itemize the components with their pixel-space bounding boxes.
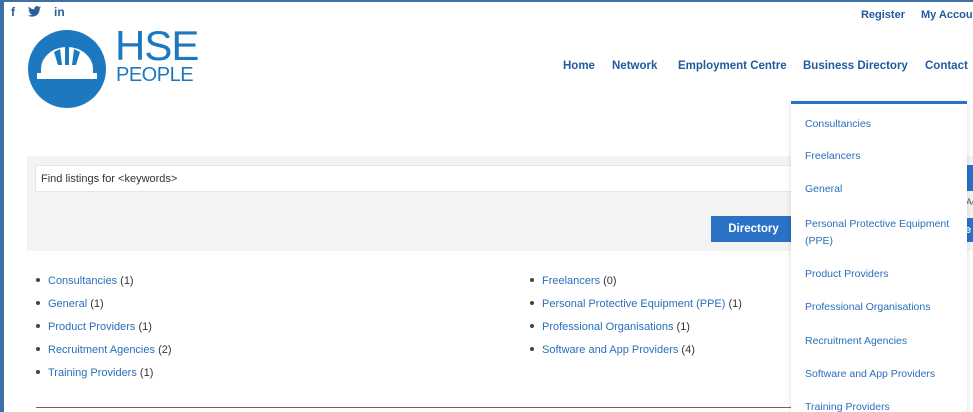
bullet-icon — [36, 278, 40, 283]
category-link[interactable]: Recruitment Agencies — [48, 344, 155, 356]
category-count: (1) — [120, 275, 134, 287]
window-border-top — [0, 0, 973, 2]
list-item: Software and App Providers (4) — [530, 343, 742, 366]
category-link[interactable]: Software and App Providers — [542, 344, 678, 356]
category-count: (1) — [676, 321, 690, 333]
list-item: Product Providers (1) — [36, 320, 172, 343]
edge-text: Ac — [966, 197, 973, 207]
bullet-icon — [36, 370, 40, 375]
category-list-right: Freelancers (0) Personal Protective Equi… — [530, 274, 742, 366]
linkedin-icon[interactable]: in — [54, 6, 65, 19]
category-link[interactable]: Training Providers — [48, 367, 137, 379]
dropdown-item-software-app-providers[interactable]: Software and App Providers — [805, 366, 961, 383]
top-links: Register My Account — [861, 9, 973, 21]
logo-text-hse: HSE — [115, 22, 199, 69]
dropdown-item-ppe[interactable]: Personal Protective Equipment (PPE) — [805, 216, 961, 250]
dropdown-item-consultancies[interactable]: Consultancies — [805, 116, 961, 133]
logo-wordmark[interactable]: HSE PEOPLE — [115, 22, 199, 86]
my-account-link[interactable]: My Account — [921, 9, 973, 21]
category-list-left: Consultancies (1) General (1) Product Pr… — [36, 274, 172, 389]
bullet-icon — [530, 324, 534, 329]
list-item: Personal Protective Equipment (PPE) (1) — [530, 297, 742, 320]
category-count: (1) — [90, 298, 104, 310]
logo-text-people: PEOPLE — [116, 64, 194, 86]
divider — [36, 407, 796, 408]
nav-employment-centre[interactable]: Employment Centre — [678, 60, 787, 72]
facebook-icon[interactable]: f — [11, 6, 15, 19]
category-count: (2) — [158, 344, 172, 356]
list-item: General (1) — [36, 297, 172, 320]
bullet-icon — [530, 278, 534, 283]
category-link[interactable]: Personal Protective Equipment (PPE) — [542, 298, 725, 310]
bullet-icon — [36, 347, 40, 352]
list-item: Training Providers (1) — [36, 366, 172, 389]
bullet-icon — [530, 347, 534, 352]
dropdown-item-professional-organisations[interactable]: Professional Organisations — [805, 299, 961, 316]
category-link[interactable]: General — [48, 298, 87, 310]
category-count: (1) — [728, 298, 742, 310]
dropdown-item-training-providers[interactable]: Training Providers — [805, 399, 961, 412]
list-item: Freelancers (0) — [530, 274, 742, 297]
category-count: (0) — [603, 275, 617, 287]
nav-home[interactable]: Home — [563, 60, 595, 72]
bullet-icon — [530, 301, 534, 306]
category-link[interactable]: Product Providers — [48, 321, 135, 333]
category-link[interactable]: Professional Organisations — [542, 321, 673, 333]
list-item: Professional Organisations (1) — [530, 320, 742, 343]
list-item: Recruitment Agencies (2) — [36, 343, 172, 366]
directory-button[interactable]: Directory — [711, 216, 796, 242]
search-placeholder: Find listings for <keywords> — [41, 173, 178, 185]
nav-contact[interactable]: Contact — [925, 60, 968, 72]
register-link[interactable]: Register — [861, 9, 905, 21]
category-count: (1) — [139, 367, 154, 379]
category-count: (1) — [138, 321, 152, 333]
bullet-icon — [36, 301, 40, 306]
search-input[interactable]: Find listings for <keywords> — [35, 165, 795, 192]
hse-people-logo-icon[interactable] — [27, 29, 107, 114]
nav-network[interactable]: Network — [612, 60, 657, 72]
category-link[interactable]: Consultancies — [48, 275, 117, 287]
category-link[interactable]: Freelancers — [542, 275, 600, 287]
social-links: f in — [11, 6, 65, 19]
twitter-icon[interactable] — [28, 6, 41, 19]
list-item: Consultancies (1) — [36, 274, 172, 297]
nav-business-directory[interactable]: Business Directory — [803, 60, 908, 72]
bullet-icon — [36, 324, 40, 329]
dropdown-item-product-providers[interactable]: Product Providers — [805, 266, 961, 283]
dropdown-item-general[interactable]: General — [805, 181, 961, 198]
business-directory-dropdown: Consultancies Freelancers General Person… — [791, 101, 967, 412]
dropdown-item-recruitment-agencies[interactable]: Recruitment Agencies — [805, 333, 961, 350]
category-count: (4) — [681, 344, 695, 356]
dropdown-item-freelancers[interactable]: Freelancers — [805, 148, 961, 165]
window-border-left — [0, 0, 4, 412]
